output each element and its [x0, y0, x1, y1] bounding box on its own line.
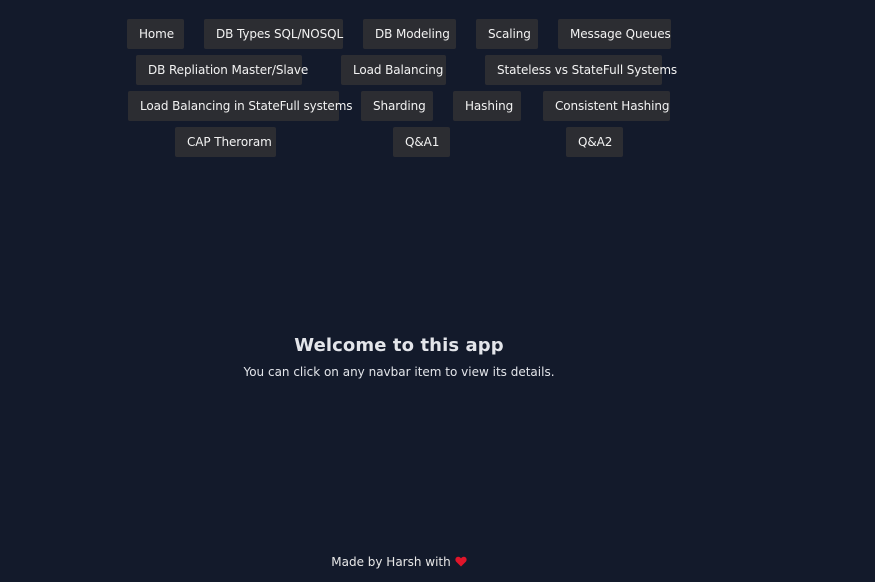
- nav-item-db-replication[interactable]: DB Repliation Master/Slave: [136, 55, 308, 85]
- nav-item-db-types[interactable]: DB Types SQL/NOSQL: [204, 19, 343, 49]
- nav-item-message-queues[interactable]: Message Queues: [558, 19, 671, 49]
- nav-item-sharding[interactable]: Sharding: [361, 91, 433, 121]
- nav-item-home[interactable]: Home: [127, 19, 184, 49]
- nav-item-cap-theorem[interactable]: CAP Theroram: [175, 127, 276, 157]
- navbar: Home DB Types SQL/NOSQL DB Modeling Scal…: [0, 0, 875, 170]
- welcome-section: Welcome to this app You can click on any…: [0, 335, 798, 379]
- nav-item-scaling[interactable]: Scaling: [476, 19, 538, 49]
- heart-icon: [455, 555, 467, 569]
- nav-item-qa1[interactable]: Q&A1: [393, 127, 450, 157]
- nav-item-hashing[interactable]: Hashing: [453, 91, 521, 121]
- app-page: Home DB Types SQL/NOSQL DB Modeling Scal…: [0, 0, 875, 582]
- nav-item-load-balancing[interactable]: Load Balancing: [341, 55, 446, 85]
- nav-item-qa2[interactable]: Q&A2: [566, 127, 623, 157]
- welcome-title: Welcome to this app: [294, 335, 504, 356]
- nav-item-load-balancing-statefull[interactable]: Load Balancing in StateFull systems: [128, 91, 353, 121]
- welcome-subtitle: You can click on any navbar item to view…: [243, 365, 555, 379]
- nav-item-db-modeling[interactable]: DB Modeling: [363, 19, 456, 49]
- nav-item-consistent-hashing[interactable]: Consistent Hashing: [543, 91, 670, 121]
- footer-text: Made by Harsh with: [331, 555, 451, 569]
- footer: Made by Harsh with: [0, 555, 798, 569]
- nav-item-stateless-vs-statefull[interactable]: Stateless vs StateFull Systems: [485, 55, 677, 85]
